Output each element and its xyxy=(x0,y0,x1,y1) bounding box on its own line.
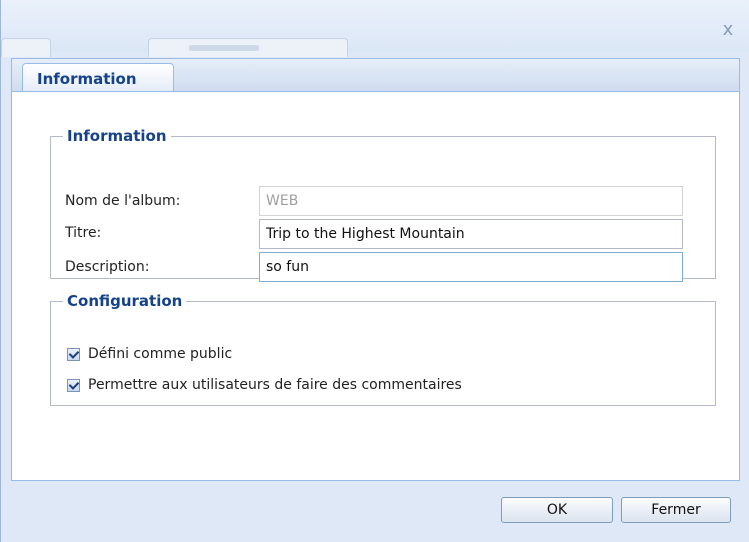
information-fieldset: Information Nom de l'album: Titre: Descr… xyxy=(50,127,716,282)
title-label: Titre: xyxy=(65,225,102,241)
background-tab xyxy=(148,38,348,57)
title-field[interactable] xyxy=(259,219,683,249)
background-tab xyxy=(1,38,51,57)
close-icon[interactable]: x xyxy=(718,20,738,40)
tab-panel-information: Information Nom de l'album: Titre: Descr… xyxy=(11,91,740,481)
close-button[interactable]: Fermer xyxy=(621,497,731,523)
comments-option-label: Permettre aux utilisateurs de faire des … xyxy=(88,377,462,393)
configuration-legend: Configuration xyxy=(67,292,183,310)
information-legend: Information xyxy=(67,127,167,145)
title-bar[interactable]: x xyxy=(1,0,749,57)
album-name-field xyxy=(259,186,683,216)
album-settings-dialog: x Information Information Nom de l'album… xyxy=(0,0,749,542)
comments-option[interactable]: Permettre aux utilisateurs de faire des … xyxy=(67,377,462,393)
ok-button[interactable]: OK xyxy=(501,497,613,523)
album-name-label: Nom de l'album: xyxy=(65,193,181,209)
comments-checkbox[interactable] xyxy=(67,378,80,392)
description-label: Description: xyxy=(65,259,150,275)
configuration-fieldset: Configuration Défini comme public Permet… xyxy=(50,292,716,406)
public-checkbox[interactable] xyxy=(67,347,80,361)
tab-strip: Information xyxy=(11,58,740,93)
public-option-label: Défini comme public xyxy=(88,346,233,362)
tab-information[interactable]: Information xyxy=(22,63,174,93)
public-option[interactable]: Défini comme public xyxy=(67,346,232,362)
description-field[interactable] xyxy=(259,252,683,282)
